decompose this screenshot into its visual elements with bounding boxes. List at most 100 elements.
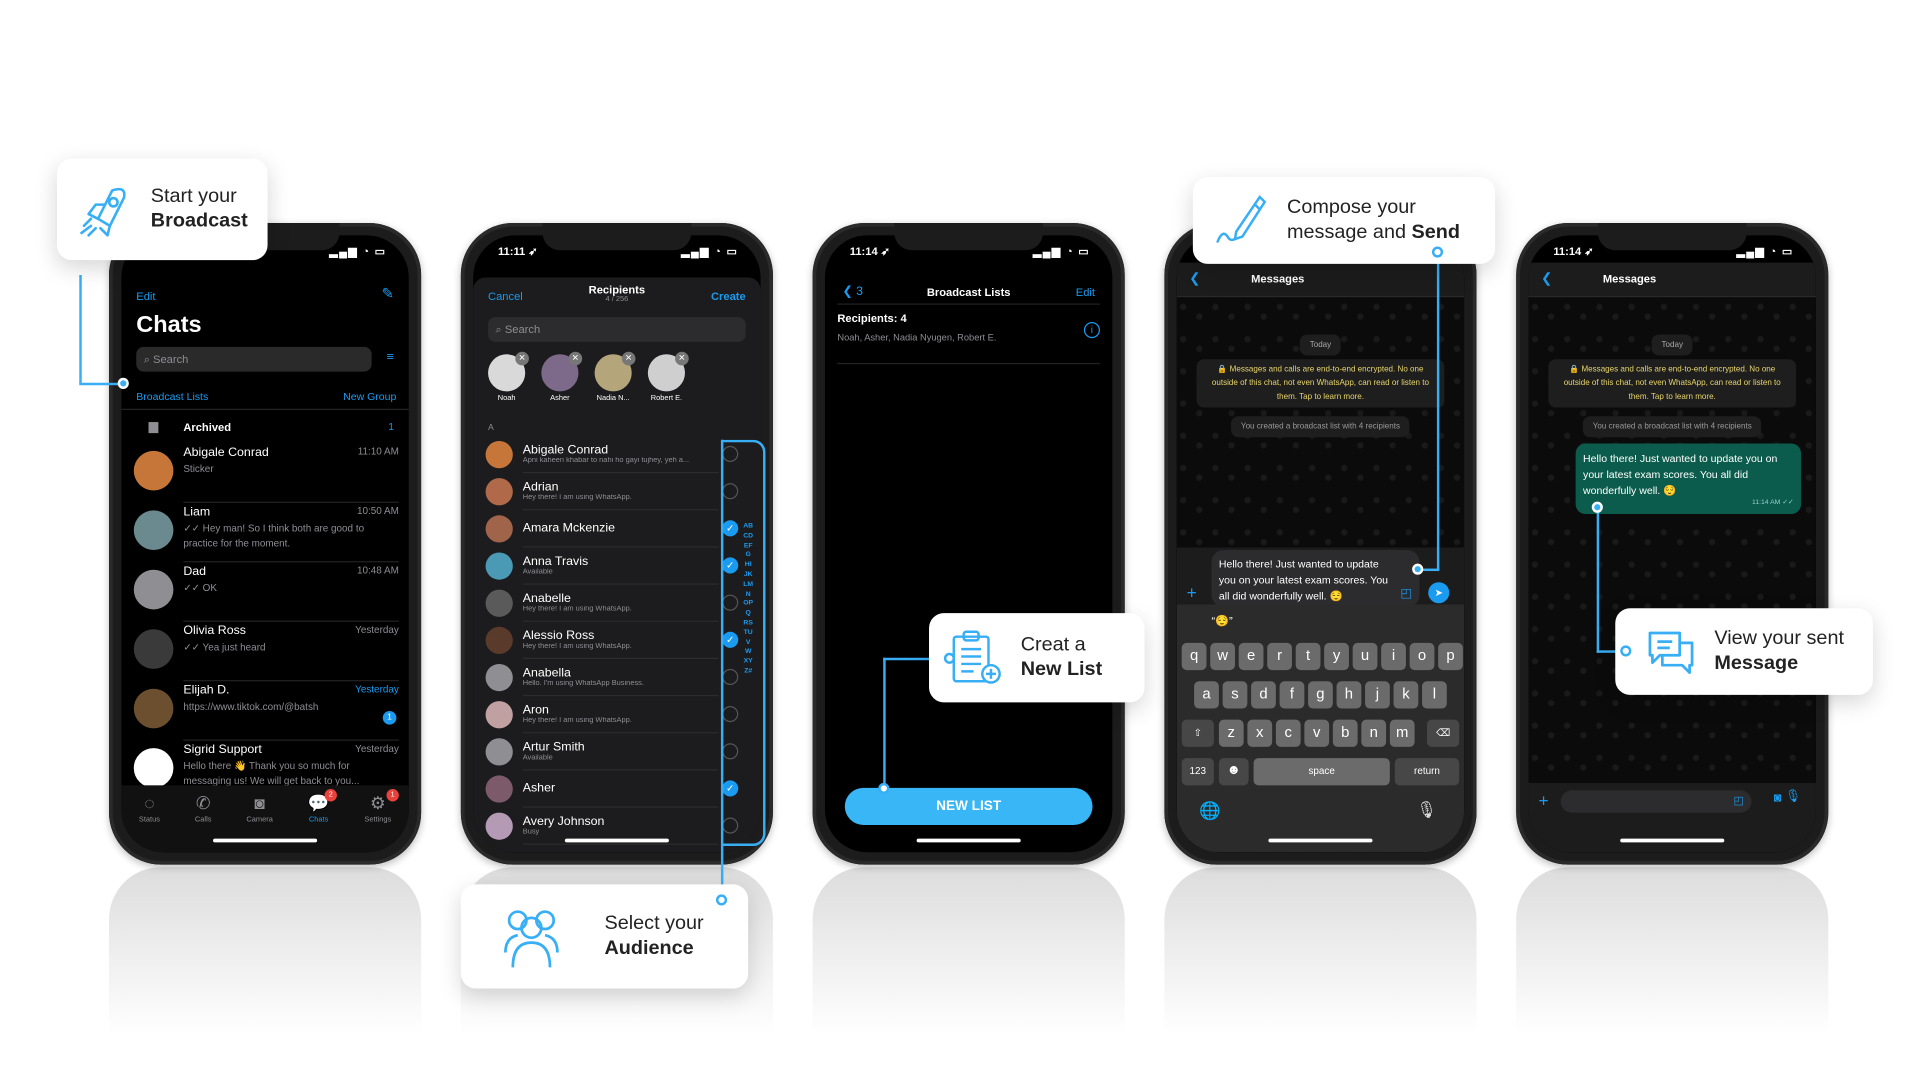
contact-row[interactable]: Asher [485, 770, 719, 808]
shift-key[interactable]: ⇧ [1181, 719, 1214, 747]
globe-icon[interactable]: 🌐 [1199, 800, 1221, 821]
new-group-link[interactable]: New Group [343, 390, 396, 402]
search-input[interactable]: ⌕ Search [136, 346, 372, 372]
contact-row[interactable]: Amara Mckenzie [485, 510, 719, 548]
nav-title: Broadcast Lists [926, 286, 1011, 299]
info-icon[interactable]: i [1083, 322, 1100, 339]
key-j[interactable]: j [1365, 681, 1390, 709]
contact-row[interactable]: Aron Hey there! I am using WhatsApp. [485, 696, 719, 734]
key-r[interactable]: r [1267, 642, 1292, 671]
edit-button[interactable]: Edit [136, 290, 155, 302]
chat-row[interactable]: Dad ✓✓ OK 10:48 AM [133, 565, 399, 622]
avatar [485, 515, 513, 543]
key-w[interactable]: w [1210, 642, 1235, 671]
backspace-key[interactable]: ⌫ [1426, 719, 1460, 747]
key-f[interactable]: f [1279, 681, 1305, 709]
search-icon: ⌕ [143, 353, 154, 366]
tab-chats[interactable]: 💬 Chats 2 [308, 789, 337, 852]
key-123[interactable]: 123 [1181, 758, 1214, 786]
chat-row[interactable]: Abigale Conrad Sticker 11:10 AM [133, 446, 399, 503]
key-h[interactable]: h [1336, 681, 1362, 709]
callout-compose: Compose your message and Send [1192, 177, 1496, 264]
microphone-icon[interactable]: 🎙 [1785, 790, 1801, 804]
microphone-icon[interactable]: 🎙 [1416, 800, 1436, 820]
sent-message-bubble[interactable]: Hello there! Just wanted to update you o… [1575, 443, 1802, 515]
contact-row[interactable]: Anabelle Hey there! I am using WhatsApp. [485, 585, 719, 622]
key-space[interactable]: space [1253, 758, 1390, 786]
broadcast-list-item[interactable]: Recipients: 4 Noah, Asher, Nadia Nyugen,… [837, 307, 1100, 365]
key-z[interactable]: z [1218, 719, 1244, 747]
encryption-notice[interactable]: 🔒 Messages and calls are end-to-end encr… [1196, 359, 1445, 408]
key-a[interactable]: a [1194, 681, 1219, 709]
remove-icon[interactable]: ✕ [621, 351, 636, 366]
key-p[interactable]: p [1438, 642, 1463, 671]
contact-status: Busy [522, 828, 540, 837]
contact-row[interactable]: Adrian Hey there! I am using WhatsApp. [485, 473, 719, 511]
chat-preview: ✓✓ Yea just heard [183, 641, 266, 653]
sticker-icon[interactable]: ◰ [1734, 794, 1745, 808]
key-x[interactable]: x [1247, 719, 1273, 747]
plus-icon[interactable]: + [1187, 582, 1197, 602]
tab-badge: 2 [324, 789, 337, 802]
chat-row[interactable]: Elijah D. https://www.tiktok.com/@batsh … [133, 684, 399, 741]
suggestion[interactable]: “😌” [1211, 614, 1232, 628]
contact-row[interactable]: Artur Smith Available [485, 733, 719, 771]
key-k[interactable]: k [1393, 681, 1419, 709]
key-t[interactable]: t [1295, 642, 1321, 671]
selected-recipient[interactable]: ✕ Robert E. [645, 351, 689, 403]
key-o[interactable]: o [1409, 642, 1435, 671]
tab-camera[interactable]: ◙ Camera [246, 793, 272, 852]
key-u[interactable]: u [1352, 642, 1378, 671]
remove-icon[interactable]: ✕ [675, 351, 689, 366]
message-input[interactable]: Hello there! Just wanted to update you o… [1211, 549, 1420, 607]
contact-row[interactable]: Anna Travis Available [485, 548, 719, 585]
contact-row[interactable]: Anabella Hello. I'm using WhatsApp Busin… [485, 659, 719, 697]
key-s[interactable]: s [1222, 681, 1248, 709]
chevron-left-icon[interactable]: ❮ [1541, 270, 1552, 286]
filter-icon[interactable]: ≡ [387, 351, 394, 365]
remove-icon[interactable]: ✕ [568, 351, 583, 366]
key-n[interactable]: n [1361, 719, 1387, 747]
selected-recipient[interactable]: ✕ Nadia N... [592, 351, 636, 403]
remove-icon[interactable]: ✕ [515, 351, 529, 366]
tab-calls[interactable]: ✆ Calls [195, 793, 212, 852]
key-i[interactable]: i [1381, 642, 1406, 671]
message-input[interactable]: ◰ [1560, 790, 1752, 813]
key-b[interactable]: b [1332, 719, 1358, 747]
key-q[interactable]: q [1181, 642, 1207, 671]
send-button[interactable]: ➤ [1428, 582, 1450, 604]
chevron-left-icon[interactable]: ❮ [1189, 270, 1200, 286]
search-input[interactable]: ⌕ Search [488, 317, 746, 342]
selected-recipient[interactable]: ✕ Asher [539, 351, 583, 403]
chat-row[interactable]: Olivia Ross ✓✓ Yea just heard Yesterday [133, 624, 399, 682]
compose-icon[interactable]: ✎ [381, 285, 393, 302]
create-button[interactable]: Create [711, 290, 746, 302]
plus-icon[interactable]: + [1538, 790, 1548, 810]
encryption-notice[interactable]: 🔒 Messages and calls are end-to-end encr… [1548, 359, 1797, 408]
key-d[interactable]: d [1251, 681, 1276, 709]
sticker-icon[interactable]: ◰ [1400, 587, 1412, 601]
key-e[interactable]: e [1238, 642, 1264, 671]
selected-recipient[interactable]: ✕ Noah [486, 351, 529, 403]
contact-row[interactable]: Alessio Ross Hey there! I am using Whats… [485, 622, 719, 659]
settings-icon: ⚙ [370, 792, 386, 813]
broadcast-lists-link[interactable]: Broadcast Lists [136, 390, 208, 402]
edit-button[interactable]: Edit [1076, 286, 1095, 298]
emoji-key[interactable]: ☻ [1218, 758, 1249, 786]
connector-dot [878, 782, 890, 795]
key-return[interactable]: return [1394, 758, 1460, 786]
tab-status[interactable]: ◌ Status [139, 793, 160, 852]
key-m[interactable]: m [1389, 719, 1415, 747]
archived-row[interactable]: ▆ Archived 1 [134, 411, 399, 443]
camera-icon[interactable]: ◙ [1774, 792, 1781, 806]
contact-row[interactable]: Abigale Conrad Apni kaheen khabar to nah… [485, 436, 719, 474]
tab-settings[interactable]: ⚙ Settings 1 [364, 789, 399, 852]
key-c[interactable]: c [1275, 719, 1301, 747]
key-v[interactable]: v [1304, 719, 1330, 747]
contact-name: Artur Smith [522, 740, 585, 755]
chat-row[interactable]: Liam ✓✓ Hey man! So I think both are goo… [133, 505, 399, 563]
key-y[interactable]: y [1324, 642, 1349, 671]
key-g[interactable]: g [1308, 681, 1333, 709]
key-l[interactable]: l [1422, 681, 1447, 709]
home-indicator [1268, 838, 1373, 843]
